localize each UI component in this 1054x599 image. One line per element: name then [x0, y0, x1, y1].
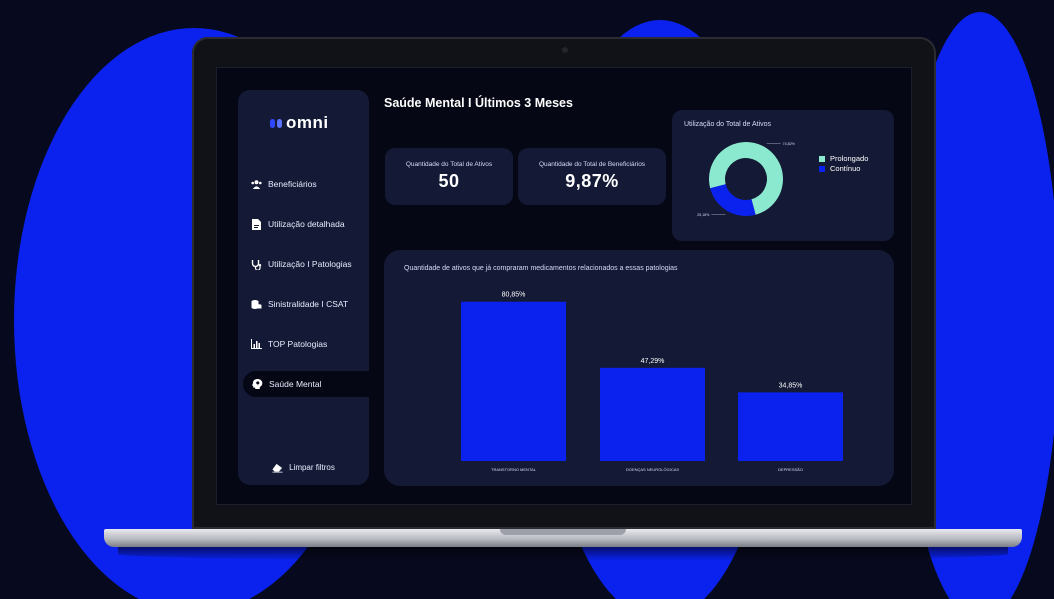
bar-chart: 80,85% TRANSTORNO MENTAL 47,29% DOENÇAS NEU… [461, 292, 843, 472]
laptop-lid: omni Beneficiários Utilização detalhada … [192, 37, 936, 529]
kpi-label: Quantidade do Total de Ativos [405, 161, 493, 168]
sidebar-item-saude-mental[interactable]: Saúde Mental [243, 371, 369, 397]
kpi-card-total-beneficiarios: Quantidade do Total de Beneficiários 9,8… [518, 148, 666, 205]
donut-data-label: 74,82% [783, 142, 796, 146]
kpi-card-total-ativos: Quantidade do Total de Ativos 50 [385, 148, 513, 205]
sidebar-item-utilizacao-detalhada[interactable]: Utilização detalhada [238, 211, 369, 237]
omni-logo[interactable]: omni [270, 113, 329, 133]
bar-value-label: 47,29% [641, 358, 665, 365]
sidebar-item-label: Beneficiários [268, 179, 317, 189]
bar-2[interactable] [600, 367, 705, 461]
document-icon [251, 218, 262, 230]
sidebar-item-label: Utilização detalhada [268, 219, 345, 229]
bar-category-label: TRANSTORNO MENTAL [491, 467, 537, 472]
laptop-notch [500, 529, 626, 535]
kpi-value: 9,87% [565, 171, 619, 191]
eraser-icon [272, 462, 283, 473]
sidebar-item-beneficiarios[interactable]: Beneficiários [238, 171, 369, 197]
donut-legend: Prolongado Contínuo [819, 154, 868, 174]
sidebar-item-utilizacao-patologias[interactable]: Utilização I Patologias [238, 251, 369, 277]
clear-filters-button[interactable]: Limpar filtros [238, 462, 369, 473]
logo-text: omni [286, 113, 329, 132]
page-title: Saúde Mental I Últimos 3 Meses [384, 96, 573, 110]
donut-slice-contínuo[interactable] [710, 184, 756, 216]
legend-swatch [819, 165, 825, 172]
sidebar-item-label: Sinistralidade I CSAT [268, 299, 349, 309]
bar-category-label: DOENÇAS NEUROLÓGICAS [626, 467, 679, 472]
sidebar-item-label: Saúde Mental [269, 379, 322, 389]
stethoscope-icon [251, 259, 262, 270]
bar-1[interactable] [461, 301, 566, 461]
brain-icon [252, 378, 263, 390]
kpi-value: 50 [438, 171, 460, 191]
sidebar-item-top-patologias[interactable]: TOP Patologias [238, 331, 369, 357]
legend-item-prolongado[interactable]: Prolongado [819, 154, 868, 163]
legend-item-continuo[interactable]: Contínuo [819, 164, 868, 173]
bar-chart-icon [251, 339, 262, 350]
legend-swatch [819, 155, 825, 162]
laptop-base [104, 529, 1022, 547]
camera-icon [562, 47, 568, 53]
sidebar-item-label: TOP Patologias [268, 339, 328, 349]
bar-3[interactable] [738, 392, 843, 461]
legend-label: Prolongado [830, 154, 869, 163]
dashboard-screen: omni Beneficiários Utilização detalhada … [216, 67, 912, 505]
coins-icon [251, 299, 262, 310]
bar-category-label: DEPRESSÃO [778, 467, 803, 472]
sidebar-item-label: Utilização I Patologias [268, 259, 352, 269]
logo-mark-icon [270, 118, 282, 128]
donut-chart: 74,82% 25,18% [697, 142, 796, 217]
bar-value-label: 34,85% [779, 382, 803, 389]
kpi-label: Quantidade do Total de Beneficiários [538, 161, 646, 168]
donut-chart-card: Utilização do Total de Ativos 74,82% 25,1… [672, 110, 894, 241]
clear-filters-label: Limpar filtros [289, 463, 335, 472]
bar-chart-card: Quantidade de ativos que já compraram me… [384, 250, 894, 486]
sidebar-item-sinistralidade-csat[interactable]: Sinistralidade I CSAT [238, 291, 369, 317]
sidebar: omni Beneficiários Utilização detalhada … [238, 90, 369, 485]
legend-label: Contínuo [830, 164, 861, 173]
users-icon [251, 179, 262, 190]
donut-data-label: 25,18% [697, 213, 710, 217]
bar-value-label: 80,85% [502, 292, 526, 299]
laptop-shadow [118, 547, 1008, 561]
